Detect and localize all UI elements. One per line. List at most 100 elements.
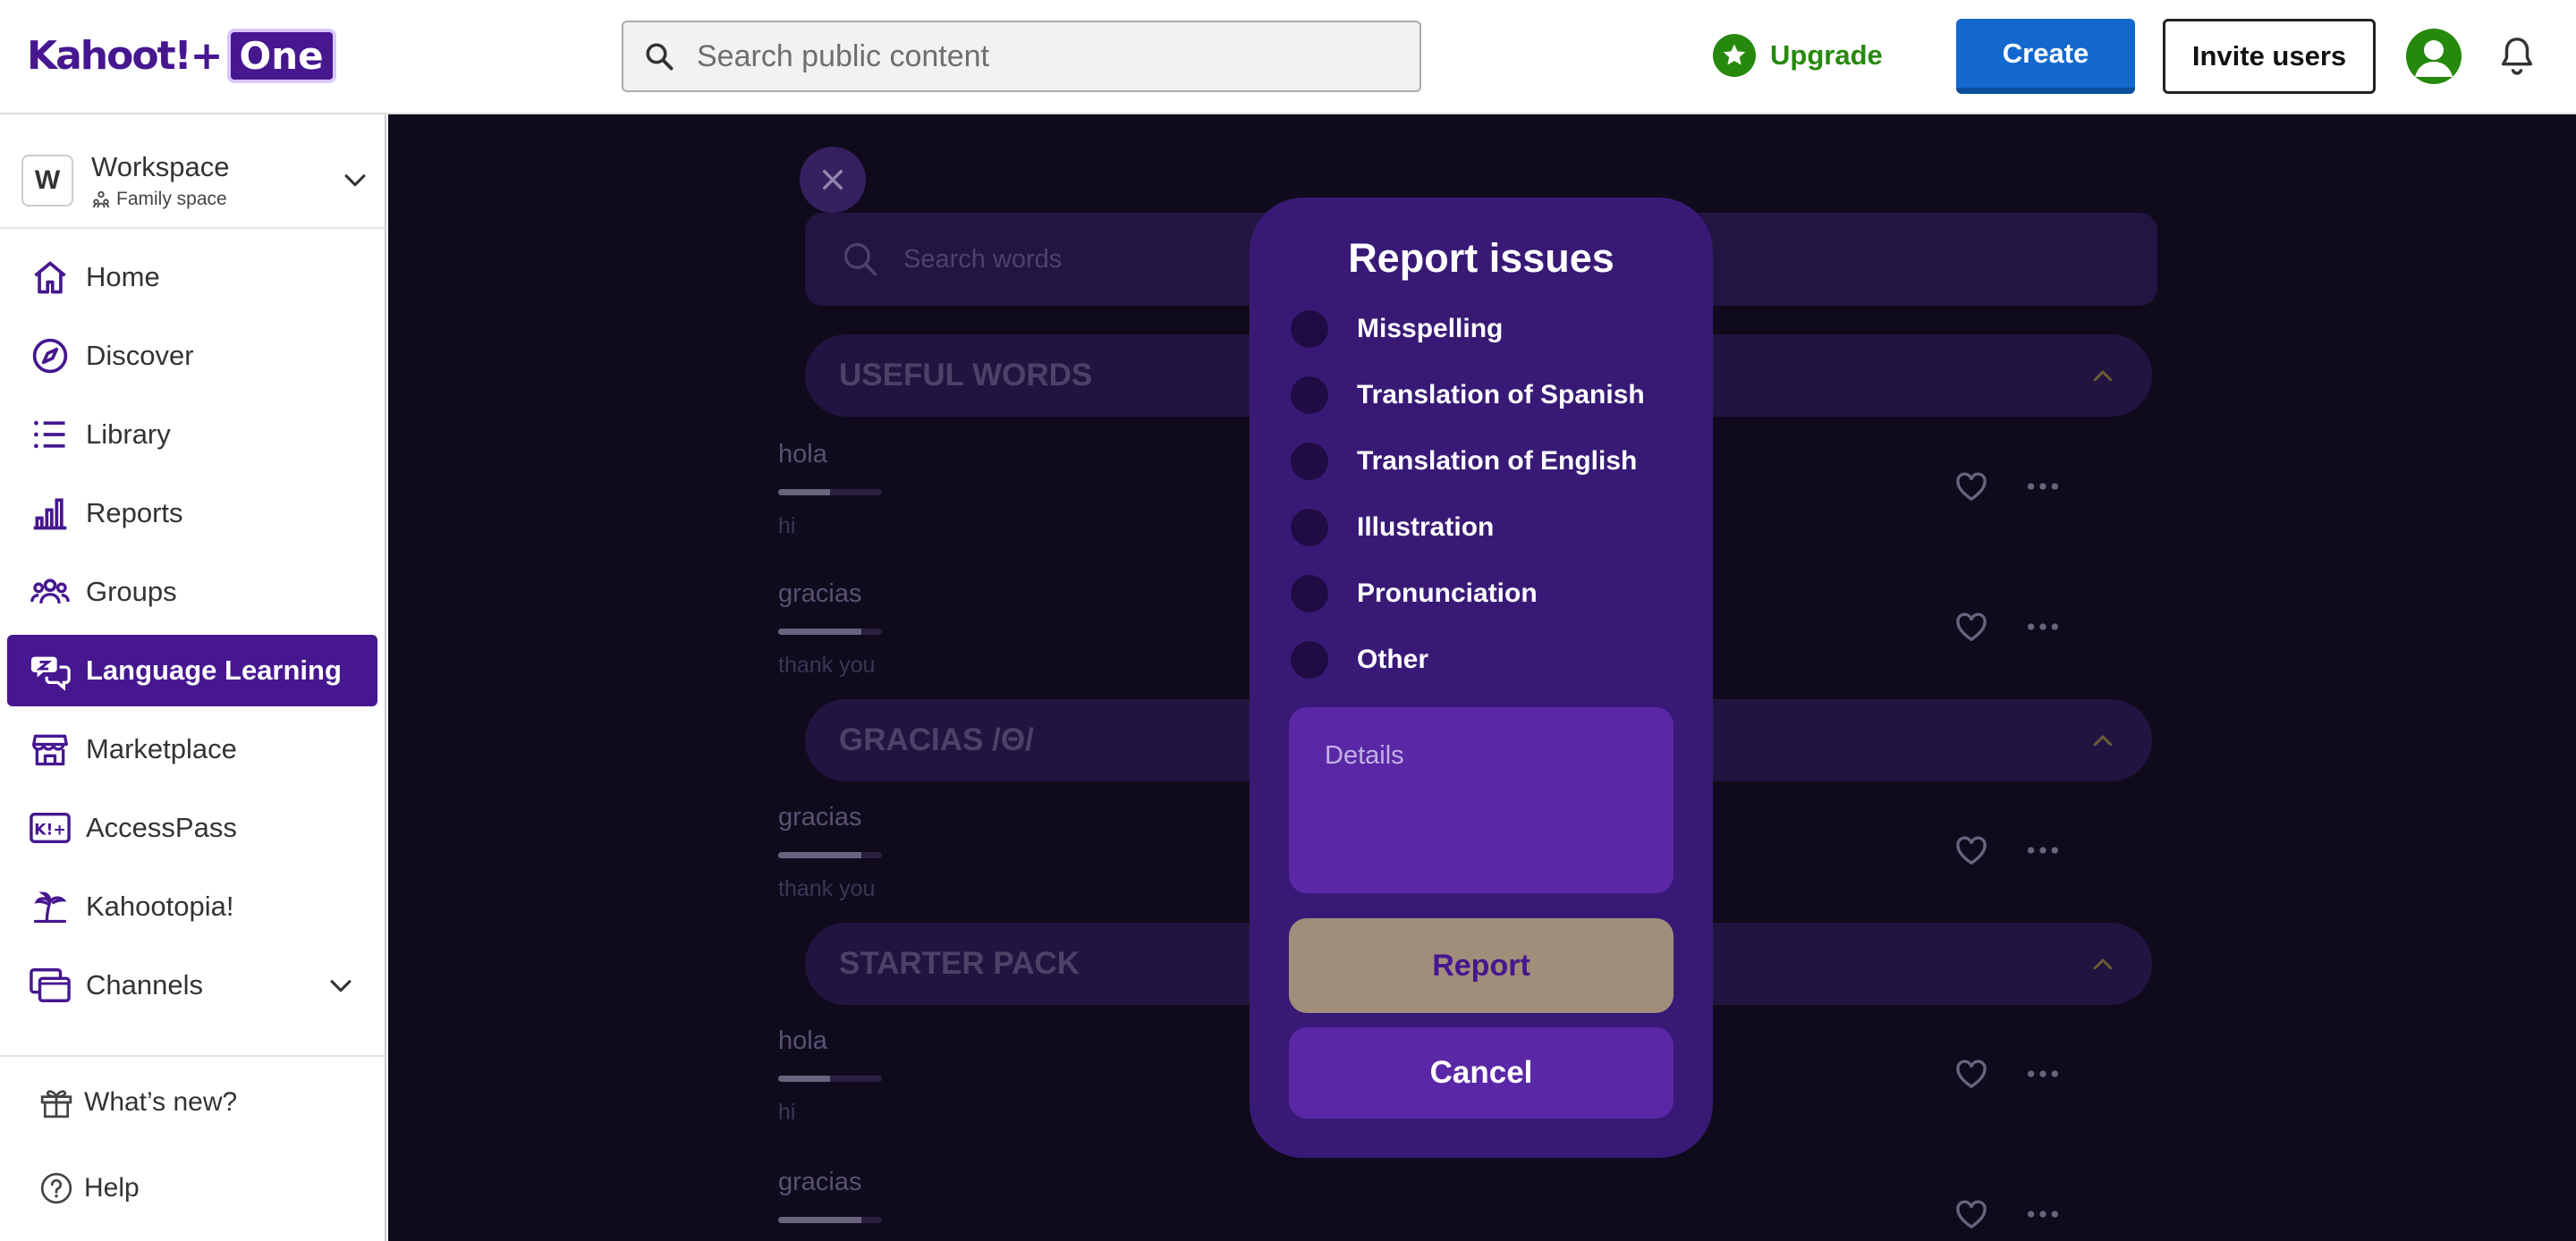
word-item[interactable]: gracias thank you (778, 803, 882, 902)
option-translation-spanish[interactable]: Translation of Spanish (1291, 376, 1645, 414)
heart-icon[interactable] (1953, 1196, 1989, 1232)
word-item[interactable]: hola hi (778, 1026, 882, 1126)
details-field[interactable] (1289, 707, 1674, 893)
workspace-badge: W (21, 155, 73, 207)
word-actions (1953, 1196, 2061, 1232)
more-options-icon[interactable] (2025, 1056, 2061, 1092)
search-input[interactable] (697, 38, 1394, 74)
radio-button[interactable] (1291, 509, 1328, 546)
more-options-icon[interactable] (2025, 832, 2061, 868)
section-title: GRACIAS /Θ/ (839, 722, 1034, 757)
family-icon (92, 190, 110, 208)
sidebar-item-home[interactable]: Home (7, 241, 377, 313)
word-item[interactable]: gracias thank you (778, 579, 882, 679)
radio-button[interactable] (1291, 376, 1328, 414)
option-illustration[interactable]: Illustration (1291, 509, 1494, 546)
sidebar-nav: Home Discover Library Reports Groups Lan… (7, 241, 377, 1028)
word-english: hi (778, 1100, 796, 1125)
more-options-icon[interactable] (2025, 609, 2061, 645)
heart-icon[interactable] (1953, 832, 1989, 868)
star-icon (1713, 34, 1756, 77)
close-button[interactable] (800, 147, 866, 213)
sidebar-item-label: Groups (86, 576, 177, 607)
channels-icon (29, 964, 72, 1007)
heart-icon[interactable] (1953, 469, 1989, 504)
option-translation-english[interactable]: Translation of English (1291, 443, 1637, 480)
sidebar-item-kahootopia[interactable]: Kahootopia! (7, 871, 377, 942)
section-title: STARTER PACK (839, 946, 1080, 981)
chevron-up-icon[interactable] (2089, 728, 2116, 755)
more-options-icon[interactable] (2025, 469, 2061, 504)
more-options-icon[interactable] (2025, 1196, 2061, 1232)
compass-icon (29, 334, 72, 377)
divider (0, 227, 385, 229)
upgrade-button[interactable]: Upgrade (1713, 34, 1883, 77)
cancel-button[interactable]: Cancel (1289, 1027, 1674, 1119)
sidebar-item-label: AccessPass (86, 812, 237, 843)
store-icon (29, 728, 72, 771)
island-icon (29, 885, 72, 928)
bell-icon[interactable] (2496, 34, 2538, 79)
option-label: Translation of English (1357, 446, 1638, 476)
workspace-subtitle: Family space (116, 189, 227, 209)
sidebar-item-library[interactable]: Library (7, 399, 377, 470)
whats-new-label: What’s new? (84, 1087, 238, 1117)
word-progress-fill (778, 852, 861, 858)
word-spanish: gracias (778, 803, 862, 832)
chevron-up-icon[interactable] (2089, 363, 2116, 390)
word-progress-fill (778, 489, 830, 495)
avatar[interactable] (2406, 29, 2462, 84)
logo-badge: One (226, 28, 336, 83)
option-label: Illustration (1357, 512, 1495, 542)
sidebar-item-reports[interactable]: Reports (7, 477, 377, 549)
radio-button[interactable] (1291, 641, 1328, 679)
word-progress-bar (778, 852, 882, 858)
workspace-selector[interactable]: W Workspace Family space (21, 141, 370, 220)
report-issues-dialog: Report issues Misspelling Translation of… (1250, 198, 1713, 1158)
svg-text:K!+: K!+ (34, 822, 66, 840)
word-spanish: gracias (778, 1168, 862, 1196)
details-textarea[interactable] (1289, 707, 1674, 893)
kahoot-logo[interactable]: Kahoot!+ One (27, 27, 336, 84)
top-bar: Kahoot!+ One Upgrade Create Invite users (0, 0, 2576, 114)
chevron-down-icon[interactable] (326, 970, 356, 1000)
sidebar-item-groups[interactable]: Groups (7, 556, 377, 628)
chevron-down-icon[interactable] (340, 165, 370, 195)
help-link[interactable]: Help (39, 1171, 140, 1205)
word-english: hi (778, 513, 796, 538)
option-other[interactable]: Other (1291, 641, 1428, 679)
option-label: Translation of Spanish (1357, 380, 1645, 409)
option-label: Other (1357, 645, 1429, 674)
list-icon (29, 413, 72, 456)
sidebar-item-language-learning[interactable]: Language Learning (7, 635, 377, 706)
report-button[interactable]: Report (1289, 918, 1674, 1013)
search-public-content[interactable] (622, 21, 1421, 92)
option-misspelling[interactable]: Misspelling (1291, 310, 1503, 348)
word-item[interactable]: hola hi (778, 440, 882, 539)
word-spanish: hola (778, 1026, 827, 1055)
radio-button[interactable] (1291, 443, 1328, 480)
chevron-up-icon[interactable] (2089, 951, 2116, 978)
heart-icon[interactable] (1953, 609, 1989, 645)
heart-icon[interactable] (1953, 1056, 1989, 1092)
sidebar-item-channels[interactable]: Channels (7, 950, 377, 1021)
sidebar-item-accesspass[interactable]: K!+ AccessPass (7, 792, 377, 864)
word-progress-fill (778, 629, 861, 635)
option-pronunciation[interactable]: Pronunciation (1291, 575, 1538, 612)
radio-button[interactable] (1291, 310, 1328, 348)
sidebar-item-label: Kahootopia! (86, 891, 234, 922)
sidebar-item-marketplace[interactable]: Marketplace (7, 713, 377, 785)
word-progress-bar (778, 1217, 882, 1223)
radio-button[interactable] (1291, 575, 1328, 612)
whats-new-link[interactable]: What’s new? (39, 1085, 237, 1119)
section-title: USEFUL WORDS (839, 358, 1093, 393)
gift-icon (40, 1090, 72, 1119)
invite-users-button[interactable]: Invite users (2163, 19, 2376, 94)
close-icon (822, 169, 843, 190)
create-button[interactable]: Create (1956, 19, 2135, 94)
sidebar-item-label: Marketplace (86, 733, 237, 764)
word-item[interactable]: gracias (778, 1168, 882, 1223)
dialog-title: Report issues (1348, 235, 1614, 281)
sidebar: W Workspace Family space Home Discover L… (0, 114, 386, 1241)
sidebar-item-discover[interactable]: Discover (7, 320, 377, 392)
